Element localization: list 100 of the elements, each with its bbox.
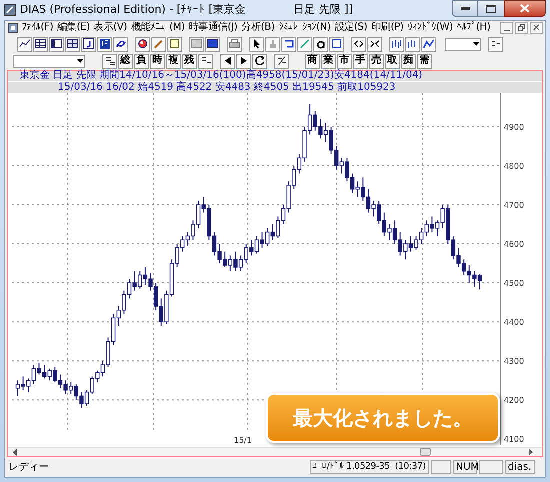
maximize-icon — [486, 4, 496, 12]
minimize-button[interactable] — [500, 22, 513, 34]
server-indicator: dias. — [505, 460, 535, 474]
axis-label: 4300 — [504, 357, 524, 366]
letter-j-icon — [82, 38, 94, 50]
swirl-button[interactable] — [113, 36, 128, 52]
menu-item[interactable]: ﾍﾙﾌﾟ(H) — [456, 21, 492, 34]
close-button[interactable] — [530, 22, 543, 34]
window-title: DIAS (Professional Edition) - [ﾁｬｰﾄ [東京金 日足 先限 ]] — [20, 2, 354, 18]
compress-icon — [368, 38, 380, 50]
menu-item[interactable]: ﾌｧｲﾙ(F) — [21, 21, 54, 34]
bracket-button[interactable] — [281, 36, 296, 52]
table-icon — [34, 38, 46, 50]
expand-icon — [352, 38, 364, 50]
grid-button[interactable] — [65, 36, 80, 52]
toolbar-button[interactable]: 痴 — [401, 54, 416, 68]
axis-label: 4500 — [504, 279, 524, 288]
pencil-icon — [152, 38, 164, 50]
close-button[interactable] — [504, 0, 546, 17]
triangle-left-button[interactable] — [220, 54, 235, 68]
maximize-button[interactable] — [478, 0, 504, 17]
menu-item[interactable]: 表示(V) — [93, 21, 128, 34]
toolbar-button[interactable]: 取 — [385, 54, 400, 68]
scroll-right-arrow-icon[interactable] — [528, 448, 534, 456]
menu-item[interactable]: ｼﾐｭﾚｰｼｮﾝ(N) — [278, 21, 332, 34]
menu-item[interactable]: 編集(E) — [56, 21, 92, 34]
document-icon — [8, 22, 18, 32]
toolbar-button[interactable]: 市 — [337, 54, 352, 68]
toolbar-button[interactable]: 総 — [118, 54, 133, 68]
app-icon — [4, 4, 16, 16]
axis-label: 4100 — [504, 435, 524, 444]
toolbar-button[interactable]: 時 — [150, 54, 165, 68]
toolbar-button[interactable]: 負 — [134, 54, 149, 68]
axis-label: 4200 — [504, 396, 524, 406]
line-chart-icon — [18, 38, 30, 50]
trend-line-icon — [298, 38, 310, 50]
split-button[interactable] — [274, 54, 289, 68]
axis-label: 4600 — [504, 240, 524, 250]
axis-label: 4400 — [504, 318, 524, 328]
candle-chart-icon — [406, 38, 418, 50]
toolbar-button[interactable]: 手 — [353, 54, 368, 68]
line-graph-button[interactable] — [421, 36, 436, 52]
minimize-button[interactable] — [452, 0, 478, 17]
menu-item[interactable]: 分析(B) — [240, 21, 276, 34]
toolbar-button[interactable]: 商 — [305, 54, 320, 68]
caret-icon — [77, 59, 84, 63]
menu-item[interactable]: 印刷(P) — [370, 21, 405, 34]
notification-toast: 最大化されました。 — [266, 393, 500, 443]
panel-button[interactable] — [49, 36, 64, 52]
axis-label: 4900 — [504, 122, 524, 132]
triangle-right-button[interactable] — [236, 54, 251, 68]
toolbar-button[interactable]: 残 — [182, 54, 197, 68]
axis-label: 4700 — [504, 201, 524, 210]
dropdown[interactable] — [445, 38, 481, 50]
menu-item[interactable]: ｳｨﾝﾄﾞｳ(W) — [406, 21, 454, 34]
compress-button[interactable] — [367, 36, 382, 52]
scroll-left-arrow-icon[interactable] — [12, 448, 18, 456]
bracket-icon — [282, 38, 294, 50]
printer-icon — [228, 38, 240, 50]
candle-chart-button[interactable] — [405, 36, 420, 52]
grid-icon — [66, 38, 78, 50]
axis-label: 4800 — [504, 162, 524, 171]
toolbar-button[interactable]: 複 — [166, 54, 181, 68]
menu-item[interactable]: 設定(S) — [334, 21, 368, 34]
swirl-icon — [114, 38, 126, 50]
toolbar-button[interactable]: 業 — [321, 54, 336, 68]
menu-item[interactable]: 時事通信(J) — [188, 21, 239, 34]
refresh-button[interactable] — [252, 54, 267, 68]
cursor-button[interactable] — [249, 36, 264, 52]
solid-window-icon — [206, 38, 218, 50]
printer-button[interactable] — [227, 36, 242, 52]
toolbar-button[interactable]: 需 — [417, 54, 432, 68]
table-button[interactable] — [33, 36, 48, 52]
pencil-button[interactable] — [151, 36, 166, 52]
restore-button[interactable] — [515, 22, 528, 34]
text-tool-button[interactable] — [313, 36, 328, 52]
solid-window-button[interactable] — [205, 36, 220, 52]
window-icon — [190, 38, 202, 50]
notepad-button[interactable] — [167, 36, 182, 52]
scrollbar-thumb[interactable] — [420, 448, 431, 456]
bar-chart-icon — [390, 38, 402, 50]
expand-button[interactable] — [351, 36, 366, 52]
refresh-icon — [254, 55, 266, 67]
line-chart-button[interactable] — [17, 36, 32, 52]
exchange-rate-panel: ﾕｰﾛ/ﾄﾞﾙ 1.0529-35 (10:37) — [310, 460, 429, 474]
axis-label: 15/1 — [234, 436, 252, 445]
bar-chart-button[interactable] — [389, 36, 404, 52]
caret-icon — [473, 42, 480, 46]
minimize-icon — [504, 30, 510, 32]
letter-j-button[interactable] — [81, 36, 96, 52]
notepad-icon — [168, 38, 180, 50]
menu-item[interactable]: 機能ﾒﾆｭｰ(M) — [130, 21, 186, 34]
minimize-icon — [460, 7, 470, 10]
status-message: レディー — [9, 460, 49, 474]
toolbar-button[interactable]: 売 — [369, 54, 384, 68]
status-panel — [431, 460, 451, 474]
close-icon — [520, 4, 530, 13]
close-icon — [533, 24, 540, 31]
split-icon — [276, 55, 288, 67]
line-graph-icon — [422, 38, 434, 50]
